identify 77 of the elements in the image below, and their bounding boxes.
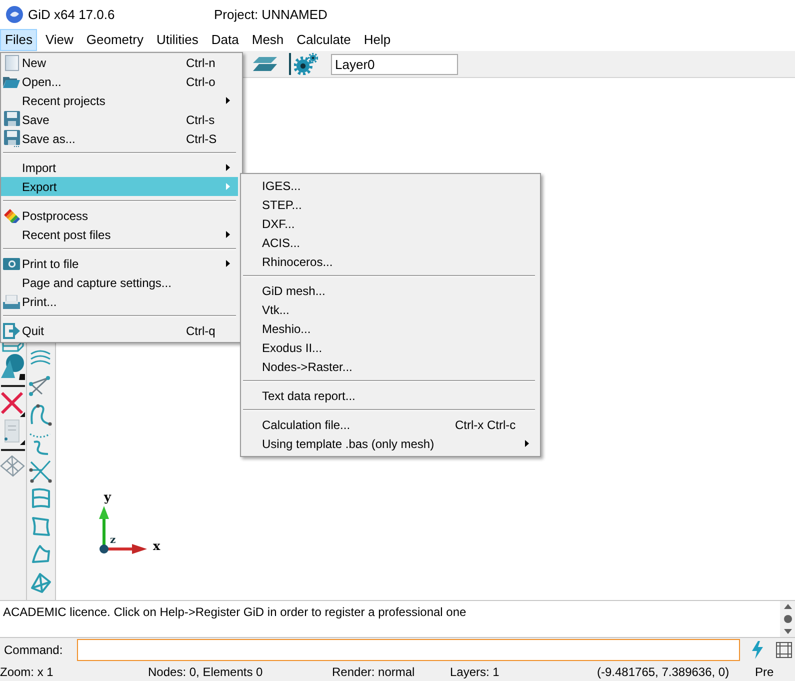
gears-icon[interactable]: [294, 53, 318, 75]
menu-item[interactable]: IGES...: [241, 176, 537, 195]
document-icon: [4, 54, 18, 70]
submenu-arrow-icon: [226, 260, 230, 267]
message-text: ACADEMIC licence. Click on Help->Register GiD in order to register a professional one: [3, 604, 468, 621]
axis-label: y: [104, 491, 111, 503]
camera-icon: [3, 258, 20, 270]
scroll-up-icon[interactable]: [784, 604, 792, 609]
layers-icon[interactable]: [253, 57, 277, 71]
menu-item[interactable]: Calculation file... Ctrl-x Ctrl-c: [241, 415, 537, 434]
lightning-icon[interactable]: [752, 641, 763, 659]
status-text: Layers: 1: [450, 664, 500, 678]
status-text: Render: normal: [332, 664, 415, 678]
cross-icon[interactable]: [0, 390, 26, 418]
menu-item[interactable]: Print to file: [1, 254, 238, 273]
menu-item[interactable]: Open... Ctrl-o: [1, 72, 238, 91]
menubar-item[interactable]: Help: [358, 29, 396, 51]
menu-item[interactable]: Save Ctrl-s: [1, 110, 238, 129]
menu-item[interactable]: Page and capture settings...: [1, 273, 238, 292]
command-label: Command:: [3, 642, 64, 659]
app-logo-icon: [6, 6, 23, 23]
menubar-item[interactable]: Mesh: [246, 29, 289, 51]
menu-item[interactable]: Export: [1, 177, 238, 196]
crossing-lines-icon[interactable]: [28, 458, 54, 484]
scrollbar[interactable]: [780, 601, 795, 637]
menu-item[interactable]: Postprocess: [1, 206, 238, 225]
layer-field[interactable]: Layer0: [331, 54, 458, 74]
folder-icon: [3, 76, 20, 88]
menu-item[interactable]: GiD mesh...: [241, 281, 537, 300]
menubar-item[interactable]: Data: [206, 29, 244, 51]
status-text: (-9.481765, 7.389636, 0): [597, 664, 730, 678]
menu-item[interactable]: Import: [1, 158, 238, 177]
shapes-icon[interactable]: [0, 352, 26, 382]
menu-item[interactable]: Text data report...: [241, 386, 537, 405]
menu-item[interactable]: Exodus II...: [241, 338, 537, 357]
exit-icon: [3, 322, 20, 338]
menu-item[interactable]: Quit Ctrl-q: [1, 321, 238, 340]
status-text: Zoom: x 1: [0, 664, 54, 678]
scroll-down-icon[interactable]: [784, 629, 792, 634]
menu-item[interactable]: Vtk...: [241, 300, 537, 319]
axis-label: x: [153, 540, 160, 552]
rainbow-icon: [4, 208, 20, 222]
command-field[interactable]: [77, 639, 740, 661]
submenu-arrow-icon: [226, 97, 230, 104]
scroll-thumb-icon[interactable]: [784, 615, 792, 623]
menu-item[interactable]: Recent post files: [1, 225, 238, 244]
menubar-item[interactable]: Geometry: [81, 29, 148, 51]
menu-item[interactable]: Recent projects: [1, 91, 238, 110]
menu-item[interactable]: ACIS...: [241, 233, 537, 252]
submenu-arrow-icon: [226, 164, 230, 171]
menu-item[interactable]: Print...: [1, 292, 238, 311]
menubar-item[interactable]: View: [40, 29, 78, 51]
menu-item[interactable]: Save as... Ctrl-S: [1, 129, 238, 148]
window-title: GiD x64 17.0.6: [28, 6, 116, 24]
menu-item[interactable]: Rhinoceros...: [241, 252, 537, 271]
menu-item[interactable]: Nodes->Raster...: [241, 357, 537, 376]
surface-icon[interactable]: [28, 570, 54, 596]
printer-icon: [3, 294, 20, 308]
menu-item[interactable]: STEP...: [241, 195, 537, 214]
menu-item[interactable]: DXF...: [241, 214, 537, 233]
project-title: Project: UNNAMED: [214, 6, 328, 24]
curve-icon[interactable]: [28, 402, 54, 428]
cube-icon[interactable]: [2, 340, 24, 352]
menu-item[interactable]: New Ctrl-n: [1, 53, 238, 72]
menu-item[interactable]: Meshio...: [241, 319, 537, 338]
axes-drawing: [98, 505, 148, 555]
axis-label: z: [110, 536, 116, 546]
status-text: Pre: [755, 664, 774, 678]
menubar-item[interactable]: Files: [0, 29, 38, 51]
menu-item[interactable]: Using template .bas (only mesh): [241, 434, 537, 453]
submenu-arrow-icon: [226, 183, 230, 190]
grid-icon[interactable]: [776, 642, 792, 658]
menubar-item[interactable]: Calculate: [292, 29, 356, 51]
submenu-arrow-icon: [525, 440, 529, 447]
submenu-arrow-icon: [226, 231, 230, 238]
status-text: Nodes: 0, Elements 0: [148, 664, 263, 678]
menubar-item[interactable]: Utilities: [151, 29, 204, 51]
